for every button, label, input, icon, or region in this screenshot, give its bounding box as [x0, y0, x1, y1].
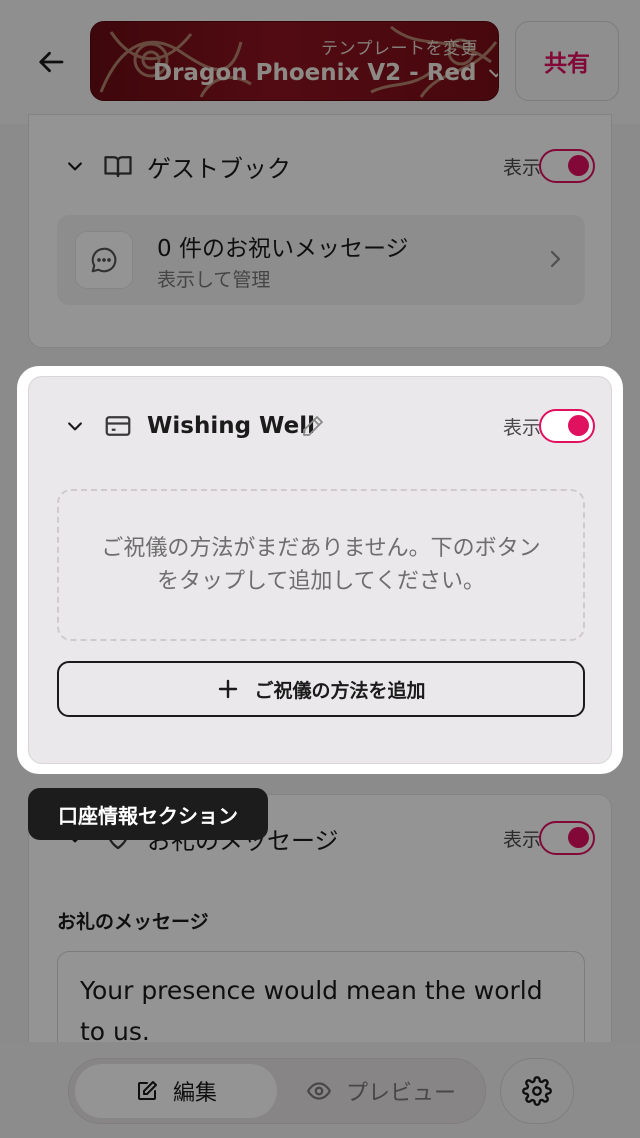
visibility-label: 表示 [502, 416, 541, 439]
wishing-well-header[interactable]: Wishing Well 表示 [29, 401, 611, 451]
empty-state: ご祝儀の方法がまだありません。下のボタンをタップして追加してください。 [57, 489, 585, 641]
add-gift-method-label: ご祝儀の方法を追加 [254, 679, 426, 702]
wishing-well-section: Wishing Well 表示 ご祝儀の方法がまだありません。下のボタンをタップ… [28, 376, 612, 764]
pencil-icon[interactable] [301, 414, 325, 438]
plus-icon [219, 679, 238, 699]
spotlight-frame: Wishing Well 表示 ご祝儀の方法がまだありません。下のボタンをタップ… [17, 366, 623, 774]
add-gift-method-button[interactable]: ご祝儀の方法を追加 [57, 661, 585, 717]
visibility-toggle[interactable] [539, 409, 595, 443]
tour-tooltip: 口座情報セクション [28, 788, 268, 840]
toggle-knob [568, 415, 589, 436]
card-icon [105, 416, 131, 436]
chevron-down-icon[interactable] [65, 416, 85, 436]
section-title: Wishing Well [147, 413, 315, 439]
